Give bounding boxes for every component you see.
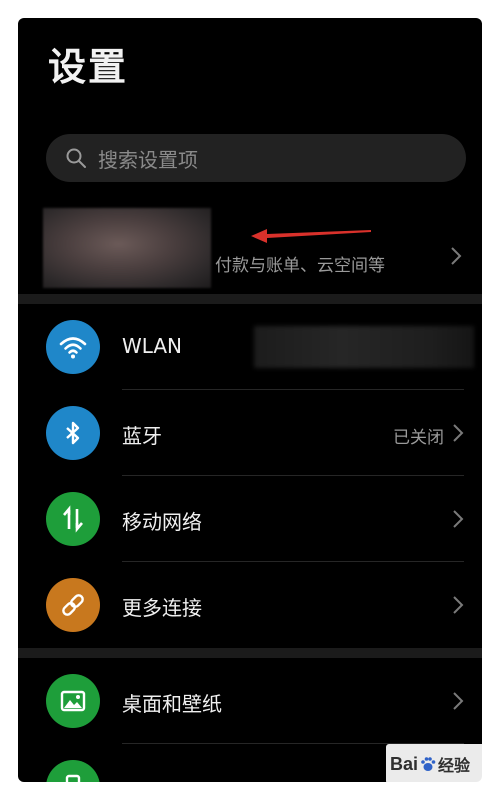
row-label: 桌面和壁纸	[122, 692, 222, 716]
chevron-right-icon	[453, 510, 464, 528]
watermark-brand: Bai	[390, 753, 419, 774]
mobile-network-icon	[46, 492, 100, 546]
wifi-icon	[46, 320, 100, 374]
annotation-arrow	[251, 229, 371, 243]
row-label: 更多连接	[122, 596, 202, 620]
settings-row-wlan[interactable]: WLAN	[18, 304, 482, 390]
chevron-right-icon	[453, 692, 464, 710]
settings-row-bluetooth[interactable]: 蓝牙 已关闭	[18, 390, 482, 476]
chevron-right-icon	[453, 424, 464, 442]
page-title: 设置	[48, 45, 129, 89]
bluetooth-status: 已关闭	[393, 428, 444, 448]
phone-icon	[46, 760, 100, 782]
row-label: WLAN	[122, 334, 183, 358]
search-bar[interactable]: 搜索设置项	[46, 134, 466, 182]
settings-screen: 设置 搜索设置项 付款与账单、云空间等 WLAN 蓝牙 已关闭 移动网络 更多连…	[18, 18, 482, 782]
link-icon	[46, 578, 100, 632]
row-label: 移动网络	[122, 510, 202, 534]
watermark-suffix: 经验	[438, 756, 471, 775]
network-name-blurred	[254, 326, 474, 368]
account-subtitle: 付款与账单、云空间等	[215, 256, 385, 276]
baidu-jingyan-watermark: Bai 经验	[386, 744, 486, 784]
chevron-right-icon	[451, 247, 462, 265]
settings-row-more-connections[interactable]: 更多连接	[18, 562, 482, 648]
chevron-right-icon	[453, 596, 464, 614]
settings-row-desktop-wallpaper[interactable]: 桌面和壁纸	[18, 658, 482, 744]
section-divider	[18, 648, 482, 658]
bluetooth-icon	[46, 406, 100, 460]
image-icon	[46, 674, 100, 728]
settings-row-mobile-network[interactable]: 移动网络	[18, 476, 482, 562]
paw-icon	[421, 757, 436, 771]
account-avatar	[43, 208, 211, 288]
section-divider	[18, 294, 482, 304]
row-label: 蓝牙	[122, 424, 162, 448]
search-placeholder: 搜索设置项	[98, 147, 198, 172]
search-icon	[66, 148, 86, 168]
account-entry[interactable]: 付款与账单、云空间等	[18, 202, 482, 290]
